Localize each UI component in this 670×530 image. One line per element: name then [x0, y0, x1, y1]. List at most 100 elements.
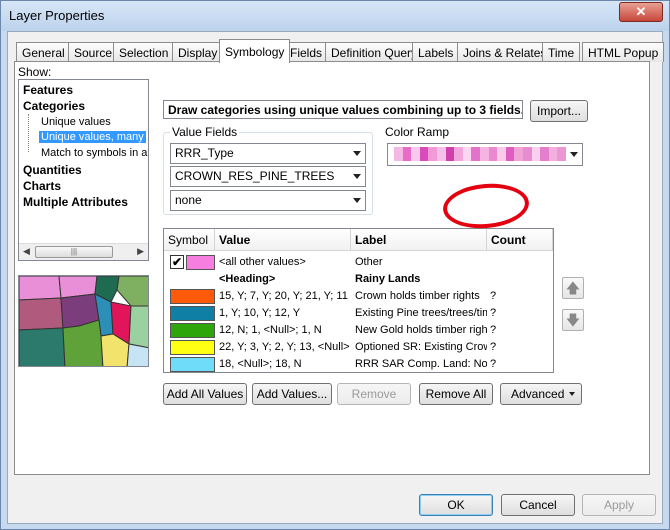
- color-ramp-segment: [436, 147, 446, 161]
- tab-symbology[interactable]: Symbology: [219, 39, 291, 63]
- add-values-button[interactable]: Add Values...: [252, 383, 332, 405]
- color-ramp-segment: [462, 147, 472, 161]
- symbol-swatch[interactable]: [170, 306, 215, 321]
- tree-item-unique-values-many[interactable]: Unique values, many: [39, 131, 146, 143]
- value-cell: 1, Y; 10, Y; 12, Y: [219, 307, 301, 319]
- tab-source[interactable]: Source: [68, 42, 119, 62]
- value-field-1-select[interactable]: RRR_Type: [170, 143, 366, 164]
- count-cell: ?: [490, 307, 497, 319]
- color-ramp-segment: [428, 147, 437, 161]
- table-row-heading[interactable]: <Heading> Rainy Lands: [164, 271, 553, 288]
- table-row[interactable]: 22, Y; 3, Y; 2, Y; 13, <Null>; Optioned S…: [164, 339, 553, 356]
- value-field-2-select[interactable]: CROWN_RES_PINE_TREES: [170, 166, 366, 187]
- color-ramp-label: Color Ramp: [383, 125, 452, 139]
- column-header-symbol[interactable]: Symbol: [164, 229, 215, 251]
- color-ramp-segment: [522, 147, 532, 161]
- all-other-values-checkbox[interactable]: ✔: [170, 255, 184, 269]
- tab-selection[interactable]: Selection: [113, 42, 175, 62]
- remove-all-button[interactable]: Remove All: [419, 383, 493, 405]
- symbol-swatch[interactable]: [170, 323, 215, 338]
- value-field-3-select[interactable]: none: [170, 190, 366, 211]
- value-cell: <all other values>: [219, 256, 306, 268]
- value-field-3-value: none: [175, 193, 202, 207]
- map-preview: [18, 275, 149, 367]
- map-preview-graphic: [19, 276, 148, 366]
- tree-item-charts[interactable]: Charts: [23, 179, 61, 193]
- symbol-swatch[interactable]: [170, 340, 215, 355]
- scroll-thumb[interactable]: |||: [35, 246, 113, 258]
- color-ramp-segment: [402, 147, 412, 161]
- count-cell: ?: [490, 341, 497, 353]
- column-header-label[interactable]: Label: [351, 229, 487, 251]
- tree-item-categories[interactable]: Categories: [23, 99, 85, 113]
- tree-connector: [28, 114, 29, 152]
- close-button[interactable]: ✕: [619, 2, 663, 22]
- label-cell: RRR SAR Comp. Land: No I: [355, 358, 487, 370]
- cancel-button[interactable]: Cancel: [501, 494, 575, 516]
- chevron-down-icon[interactable]: [353, 174, 361, 179]
- scroll-right-icon[interactable]: ▶: [137, 246, 144, 257]
- column-header-count[interactable]: Count: [487, 229, 553, 251]
- symbol-swatch[interactable]: [186, 255, 215, 270]
- tab-fields[interactable]: Fields: [284, 42, 329, 62]
- tab-joins-relates[interactable]: Joins & Relates: [457, 42, 553, 62]
- color-ramp-select[interactable]: [387, 143, 583, 166]
- advanced-button[interactable]: Advanced: [500, 383, 582, 405]
- dropdown-arrow-icon: [569, 392, 575, 396]
- value-cell: 12, N; 1, <Null>; 1, N: [219, 324, 322, 336]
- color-ramp-swatch: [394, 147, 566, 161]
- value-field-2-value: CROWN_RES_PINE_TREES: [175, 169, 335, 183]
- table-row[interactable]: 12, N; 1, <Null>; 1, N New Gold holds tim…: [164, 322, 553, 339]
- tab-time[interactable]: Time: [542, 42, 581, 62]
- title-bar: Layer Properties ✕: [1, 1, 669, 31]
- apply-button[interactable]: Apply: [582, 494, 656, 516]
- color-ramp-segment: [548, 147, 558, 161]
- chevron-down-icon[interactable]: [353, 151, 361, 156]
- color-ramp-segment: [531, 147, 541, 161]
- symbol-swatch[interactable]: [170, 357, 215, 372]
- value-cell: 15, Y; 7, Y; 20, Y; 21, Y; 11,: [219, 290, 349, 302]
- move-up-button[interactable]: 🡅: [562, 277, 584, 299]
- tab-definition-query[interactable]: Definition Query: [325, 42, 424, 62]
- table-row-all-other-values[interactable]: ✔ <all other values> Other: [164, 254, 553, 271]
- color-ramp-segment: [497, 147, 506, 161]
- tab-labels[interactable]: Labels: [412, 42, 460, 62]
- color-ramp-segment: [505, 147, 515, 161]
- tab-html-popup[interactable]: HTML Popup: [582, 42, 665, 62]
- color-ramp-segment: [557, 147, 566, 161]
- label-cell: Other: [355, 256, 383, 268]
- table-row[interactable]: 18, <Null>; 18, N RRR SAR Comp. Land: No …: [164, 356, 553, 372]
- scroll-left-icon[interactable]: ◀: [23, 246, 30, 257]
- add-all-values-button[interactable]: Add All Values: [163, 383, 247, 405]
- color-ramp-group: Color Ramp: [380, 125, 588, 166]
- label-cell: Crown holds timber rights: [355, 290, 480, 302]
- value-field-1-value: RRR_Type: [175, 146, 234, 160]
- table-row[interactable]: 15, Y; 7, Y; 20, Y; 21, Y; 11, Crown hold…: [164, 288, 553, 305]
- tree-item-features[interactable]: Features: [23, 83, 73, 97]
- chevron-down-icon[interactable]: [570, 152, 578, 157]
- heading-value-cell: <Heading>: [219, 273, 276, 285]
- tree-horizontal-scrollbar[interactable]: ◀ ||| ▶: [19, 243, 148, 260]
- tree-item-quantities[interactable]: Quantities: [23, 163, 82, 177]
- ok-button[interactable]: OK: [419, 494, 493, 516]
- symbol-swatch[interactable]: [170, 289, 215, 304]
- label-cell: Existing Pine trees/trees/timl: [355, 307, 487, 319]
- color-ramp-segment: [445, 147, 455, 161]
- column-header-value[interactable]: Value: [215, 229, 351, 251]
- label-cell: Optioned SR: Existing Crowr: [355, 341, 487, 353]
- tab-general[interactable]: General: [16, 42, 71, 62]
- color-ramp-segment: [540, 147, 549, 161]
- tree-item-match-to-symbols[interactable]: Match to symbols in a: [41, 147, 147, 159]
- tree-item-unique-values[interactable]: Unique values: [41, 116, 111, 128]
- remove-button[interactable]: Remove: [337, 383, 411, 405]
- show-label: Show:: [18, 65, 52, 79]
- table-row[interactable]: 1, Y; 10, Y; 12, Y Existing Pine trees/tr…: [164, 305, 553, 322]
- advanced-label: Advanced: [511, 387, 565, 401]
- dialog-body: General Source Selection Display Symbolo…: [7, 31, 665, 524]
- tree-item-multiple-attributes[interactable]: Multiple Attributes: [23, 195, 128, 209]
- tab-display[interactable]: Display: [172, 42, 224, 62]
- import-button[interactable]: Import...: [530, 100, 588, 122]
- heading-label-cell: Rainy Lands: [355, 273, 421, 285]
- chevron-down-icon[interactable]: [353, 198, 361, 203]
- move-down-button[interactable]: 🡇: [562, 309, 584, 331]
